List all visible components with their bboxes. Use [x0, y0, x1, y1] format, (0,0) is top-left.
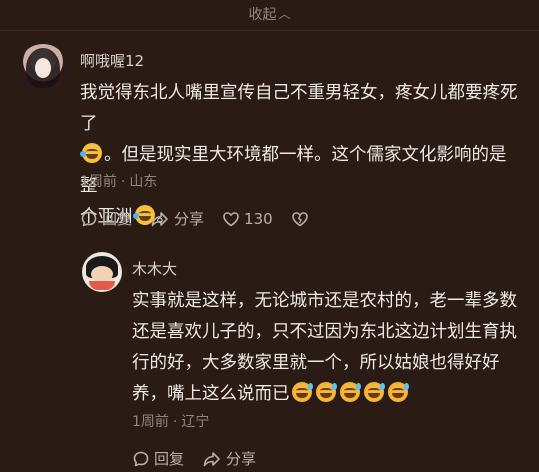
comment-time: 1周前 [80, 174, 117, 190]
reply-avatar[interactable] [82, 252, 122, 292]
separator-dot: · [172, 414, 178, 430]
avatar[interactable] [18, 44, 68, 94]
comment-actions: 回复 分享 130 [80, 208, 331, 229]
reply-line-1: 实事就是这样，无论城市还是农村的，老一辈多数 [132, 291, 517, 311]
avatar-bowl [89, 281, 115, 290]
chevron-up-icon: ︿ [278, 7, 291, 21]
reply-line-3: 行的好，大多数家里就一个，所以姑娘也得好好 [132, 353, 500, 373]
comment-icon [81, 211, 97, 226]
share-icon [203, 451, 220, 466]
share-button[interactable]: 分享 [150, 208, 204, 229]
share-icon [151, 211, 168, 226]
collapse-label: 收起 [248, 7, 277, 23]
avatar-face [35, 58, 51, 78]
like-count: 130 [244, 209, 273, 228]
reply-reply-label: 回复 [154, 450, 185, 468]
sweating-smile-emoji [315, 382, 337, 402]
comment-location: 山东 [129, 174, 158, 190]
broken-heart-icon [291, 211, 308, 226]
reply-button[interactable]: 回复 [80, 208, 132, 229]
avatar-face [91, 266, 113, 282]
dislike-button[interactable] [291, 210, 313, 228]
reply-share-label: 分享 [226, 450, 257, 468]
separator-dot: · [120, 174, 126, 190]
reply-label: 回复 [102, 210, 133, 228]
laughing-tears-emoji [80, 143, 102, 163]
reply-meta: 1周前 · 辽宁 [132, 411, 209, 431]
collapse-replies-button[interactable]: 收起 ︿ [0, 0, 539, 30]
sweating-smile-emoji [339, 382, 361, 402]
reply-line-4: 养，嘴上这么说而已 [132, 384, 290, 404]
reply-username[interactable]: 木木大 [132, 258, 177, 279]
comment-meta: 1周前 · 山东 [80, 171, 157, 191]
reply-reply-button[interactable]: 回复 [132, 448, 184, 469]
reply-location: 辽宁 [181, 414, 210, 430]
heart-icon [223, 211, 239, 226]
sweating-smile-emoji [363, 382, 385, 402]
reply-line-2: 还是喜欢儿子的，只不过因为东北这边计划生育执 [132, 322, 517, 342]
sweating-smile-emoji [291, 382, 313, 402]
share-label: 分享 [174, 210, 205, 228]
like-button[interactable]: 130 [222, 210, 273, 228]
reply-time: 1周前 [132, 414, 169, 430]
comment-line-1: 我觉得东北人嘴里宣传自己不重男轻女，疼女儿都要疼死了 [80, 83, 518, 134]
reply-share-button[interactable]: 分享 [202, 448, 256, 469]
sweating-smile-emoji [387, 382, 409, 402]
comment-icon [133, 451, 149, 466]
reply-text[interactable]: 实事就是这样，无论城市还是农村的，老一辈多数 还是喜欢儿子的，只不过因为东北这边… [132, 286, 527, 410]
comment-username[interactable]: 啊哦喔12 [80, 50, 144, 71]
divider [0, 30, 539, 31]
reply-actions: 回复 分享 [132, 448, 274, 469]
